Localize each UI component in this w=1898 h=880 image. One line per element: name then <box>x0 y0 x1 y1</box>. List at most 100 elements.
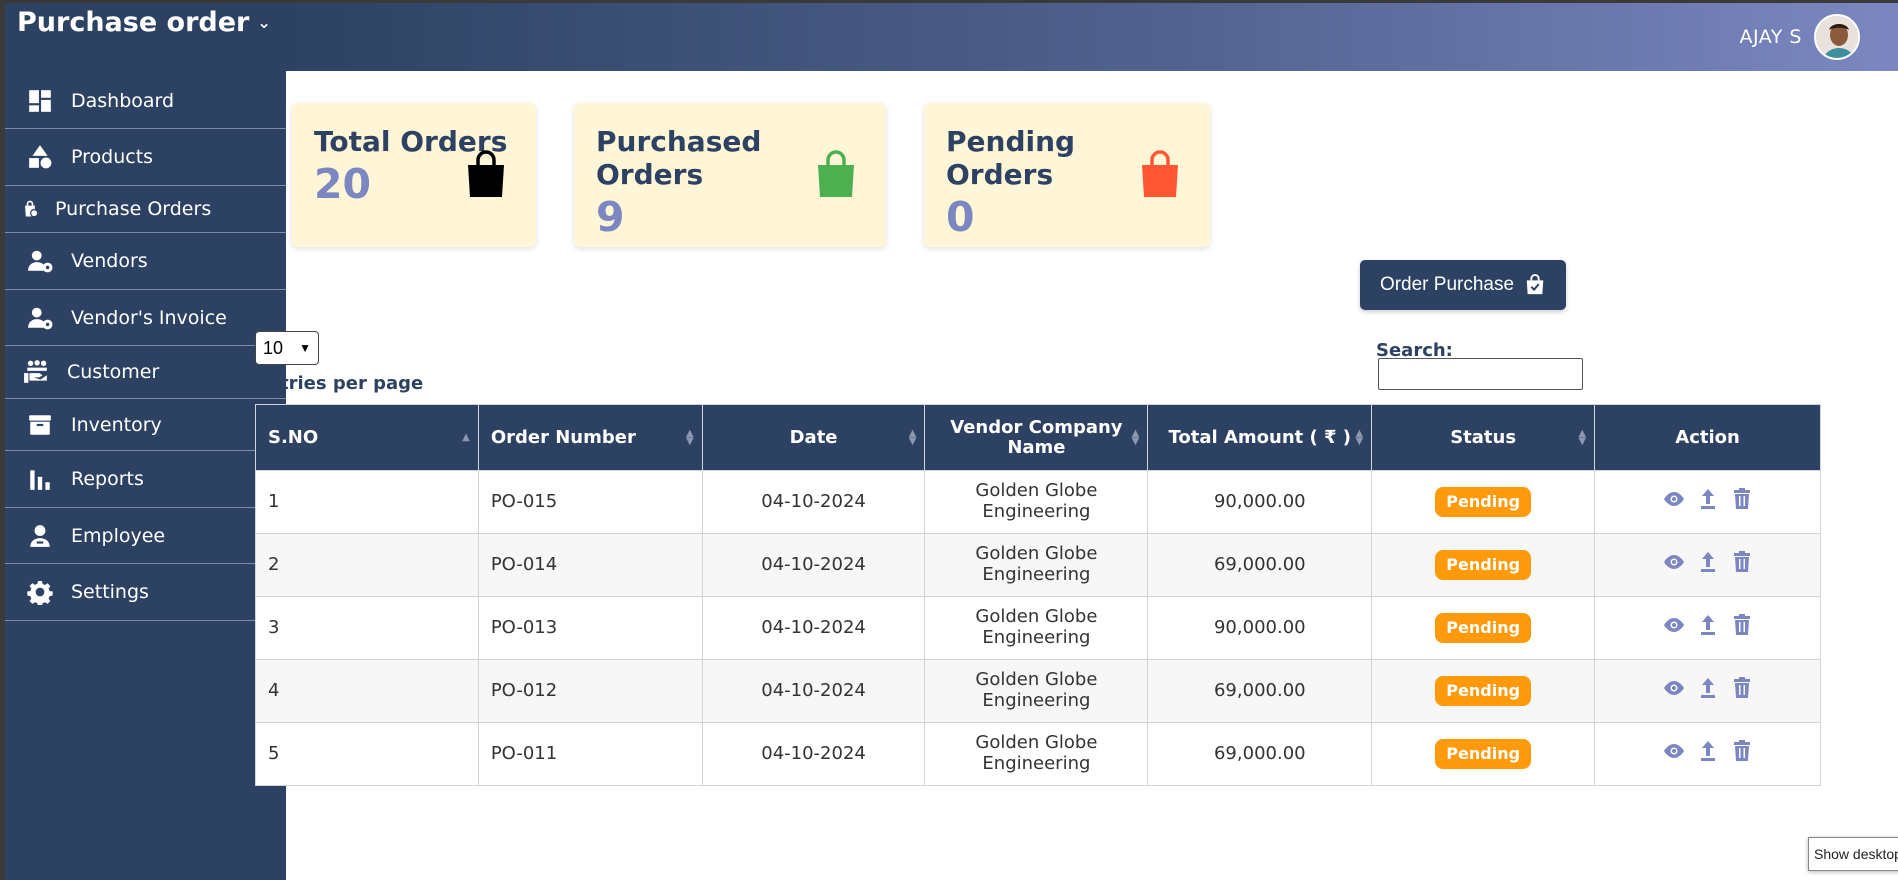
trash-icon[interactable] <box>1730 550 1754 574</box>
column-header-action: Action <box>1594 404 1821 471</box>
table-row: 1 PO-015 04-10-2024 Golden Globe Enginee… <box>255 470 1821 534</box>
sidebar-item-settings[interactable]: Settings <box>5 564 286 621</box>
cell-actions <box>1594 470 1821 534</box>
search-input[interactable] <box>1378 358 1583 390</box>
upload-icon[interactable] <box>1696 550 1720 574</box>
sidebar-item-reports[interactable]: Reports <box>5 451 286 508</box>
table-row: 3 PO-013 04-10-2024 Golden Globe Enginee… <box>255 596 1821 660</box>
user-menu[interactable]: AJAY S <box>1739 14 1860 60</box>
gear-icon <box>25 578 55 606</box>
cell-status: Pending <box>1371 470 1596 534</box>
view-eye-icon[interactable] <box>1662 550 1686 574</box>
app-title: Purchase order <box>17 6 250 38</box>
main-content: Total Orders 20 Purchased Orders 9 Pendi… <box>255 71 1898 880</box>
table-row: 4 PO-012 04-10-2024 Golden Globe Enginee… <box>255 659 1821 723</box>
cell-amount: 69,000.00 <box>1147 722 1373 786</box>
sidebar-item-products[interactable]: Products <box>5 129 286 186</box>
shopping-bag-icon <box>1142 150 1178 197</box>
trash-icon[interactable] <box>1730 676 1754 700</box>
customer-hand-icon <box>21 358 51 386</box>
sidebar: Purchase order ⌄ Dashboard Products Purc… <box>5 3 286 880</box>
column-header-sno[interactable]: S.NO ▲ <box>255 404 479 471</box>
shopping-bag-check-icon <box>1526 274 1544 295</box>
stat-card-pending-orders: Pending Orders 0 <box>924 103 1210 247</box>
sort-icon: ▲ ▼ <box>1355 427 1364 447</box>
trash-icon[interactable] <box>1730 613 1754 637</box>
stat-value: 9 <box>596 193 625 241</box>
column-header-status[interactable]: Status ▲ ▼ <box>1371 404 1596 471</box>
status-badge: Pending <box>1435 675 1532 707</box>
stat-card-total-orders: Total Orders 20 <box>292 103 536 247</box>
stat-value: 0 <box>946 193 975 241</box>
table-row: 2 PO-014 04-10-2024 Golden Globe Enginee… <box>255 533 1821 597</box>
cell-order-number: PO-015 <box>477 470 703 534</box>
sidebar-item-vendors[interactable]: Vendors <box>5 233 286 290</box>
cell-sno: 1 <box>255 470 479 534</box>
sort-icon: ▲ ▼ <box>1578 427 1587 447</box>
cell-amount: 90,000.00 <box>1147 470 1373 534</box>
status-badge: Pending <box>1435 612 1532 644</box>
table-row: 5 PO-011 04-10-2024 Golden Globe Enginee… <box>255 722 1821 786</box>
entries-per-page-label: entries per page <box>255 373 424 394</box>
page-length-select[interactable]: 10 ▼ <box>255 331 319 365</box>
sort-icon: ▲ ▼ <box>1131 427 1140 447</box>
sort-icon: ▲ ▼ <box>908 427 917 447</box>
cell-amount: 90,000.00 <box>1147 596 1373 660</box>
cell-date: 04-10-2024 <box>701 596 926 660</box>
cell-vendor: Golden Globe Engineering <box>924 470 1149 534</box>
trash-icon[interactable] <box>1730 487 1754 511</box>
cell-status: Pending <box>1371 596 1596 660</box>
cell-order-number: PO-013 <box>477 596 703 660</box>
sidebar-item-dashboard[interactable]: Dashboard <box>5 73 286 129</box>
status-badge: Pending <box>1435 549 1532 581</box>
cell-actions <box>1594 533 1821 597</box>
cell-order-number: PO-014 <box>477 533 703 597</box>
sidebar-item-employee[interactable]: Employee <box>5 508 286 564</box>
sidebar-item-vendors-invoice[interactable]: Vendor's Invoice <box>5 290 286 346</box>
order-purchase-button[interactable]: Order Purchase <box>1360 260 1566 310</box>
table-header-row: S.NO ▲ Order Number ▲ ▼ Date ▲ ▼ Vendor Compa… <box>255 404 1821 471</box>
column-header-order-number[interactable]: Order Number ▲ ▼ <box>477 404 703 471</box>
cell-sno: 3 <box>255 596 479 660</box>
cell-status: Pending <box>1371 533 1596 597</box>
upload-icon[interactable] <box>1696 676 1720 700</box>
cell-amount: 69,000.00 <box>1147 533 1373 597</box>
cell-sno: 5 <box>255 722 479 786</box>
purchase-orders-table: S.NO ▲ Order Number ▲ ▼ Date ▲ ▼ Vendor Compa… <box>255 404 1821 786</box>
show-desktop-tooltip: Show desktop <box>1808 837 1898 871</box>
sidebar-item-inventory[interactable]: Inventory <box>5 399 286 451</box>
upload-icon[interactable] <box>1696 487 1720 511</box>
user-name: AJAY S <box>1739 26 1802 48</box>
view-eye-icon[interactable] <box>1662 676 1686 700</box>
cell-vendor: Golden Globe Engineering <box>924 722 1149 786</box>
upload-icon[interactable] <box>1696 739 1720 763</box>
vendor-invoice-icon <box>25 304 55 332</box>
view-eye-icon[interactable] <box>1662 739 1686 763</box>
cell-amount: 69,000.00 <box>1147 659 1373 723</box>
chevron-down-icon: ⌄ <box>257 12 271 32</box>
cell-date: 04-10-2024 <box>701 470 926 534</box>
view-eye-icon[interactable] <box>1662 487 1686 511</box>
trash-icon[interactable] <box>1730 739 1754 763</box>
column-header-vendor[interactable]: Vendor Company Name ▲ ▼ <box>924 404 1149 471</box>
status-badge: Pending <box>1435 486 1532 518</box>
column-header-date[interactable]: Date ▲ ▼ <box>701 404 926 471</box>
cell-status: Pending <box>1371 722 1596 786</box>
view-eye-icon[interactable] <box>1662 613 1686 637</box>
shapes-icon <box>25 143 55 171</box>
cell-date: 04-10-2024 <box>701 722 926 786</box>
upload-icon[interactable] <box>1696 613 1720 637</box>
sidebar-item-purchase-orders[interactable]: Purchase Orders <box>5 186 286 233</box>
cell-sno: 4 <box>255 659 479 723</box>
sidebar-item-customer[interactable]: Customer <box>5 346 286 399</box>
cell-order-number: PO-011 <box>477 722 703 786</box>
vendor-gear-icon <box>25 247 55 275</box>
column-header-total-amount[interactable]: Total Amount ( ₹ ) ▲ ▼ <box>1147 404 1373 471</box>
cell-sno: 2 <box>255 533 479 597</box>
app-title-dropdown[interactable]: Purchase order ⌄ <box>5 3 286 41</box>
cell-vendor: Golden Globe Engineering <box>924 659 1149 723</box>
purchase-orders-icon <box>19 195 41 223</box>
cell-vendor: Golden Globe Engineering <box>924 533 1149 597</box>
avatar[interactable] <box>1814 14 1860 60</box>
bar-chart-icon <box>25 465 55 493</box>
